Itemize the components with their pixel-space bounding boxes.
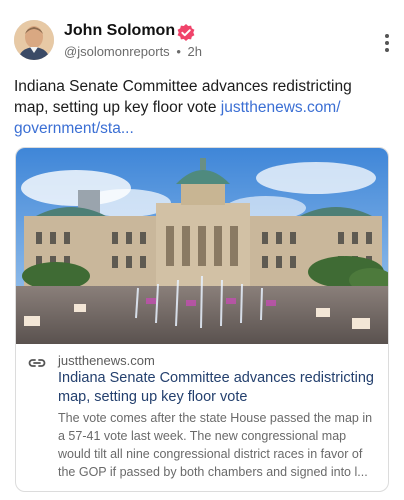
verified-badge-icon [177,24,195,41]
card-domain: justthenews.com [58,353,155,368]
link-icon [28,359,46,367]
post: John Solomon @jsolomonreports • 2h India… [0,0,404,500]
card-description: The vote comes after the state House pas… [58,411,373,479]
author-name[interactable]: John Solomon [64,22,175,40]
card-image[interactable] [16,148,388,344]
post-time[interactable]: 2h [188,44,202,59]
card-info: justthenews.com Indiana Senate Committee… [16,344,388,491]
post-text: Indiana Senate Committee advances redist… [14,76,390,139]
post-header: John Solomon @jsolomonreports • 2h [14,20,394,64]
link-preview-card[interactable]: justthenews.com Indiana Senate Committee… [15,147,389,492]
card-title[interactable]: Indiana Senate Committee advances redist… [58,369,378,407]
author-handle[interactable]: @jsolomonreports [64,44,170,59]
meta-separator: • [176,44,181,59]
avatar[interactable] [14,20,54,60]
author-meta: @jsolomonreports • 2h [64,44,202,59]
more-vertical-icon[interactable] [382,34,392,54]
